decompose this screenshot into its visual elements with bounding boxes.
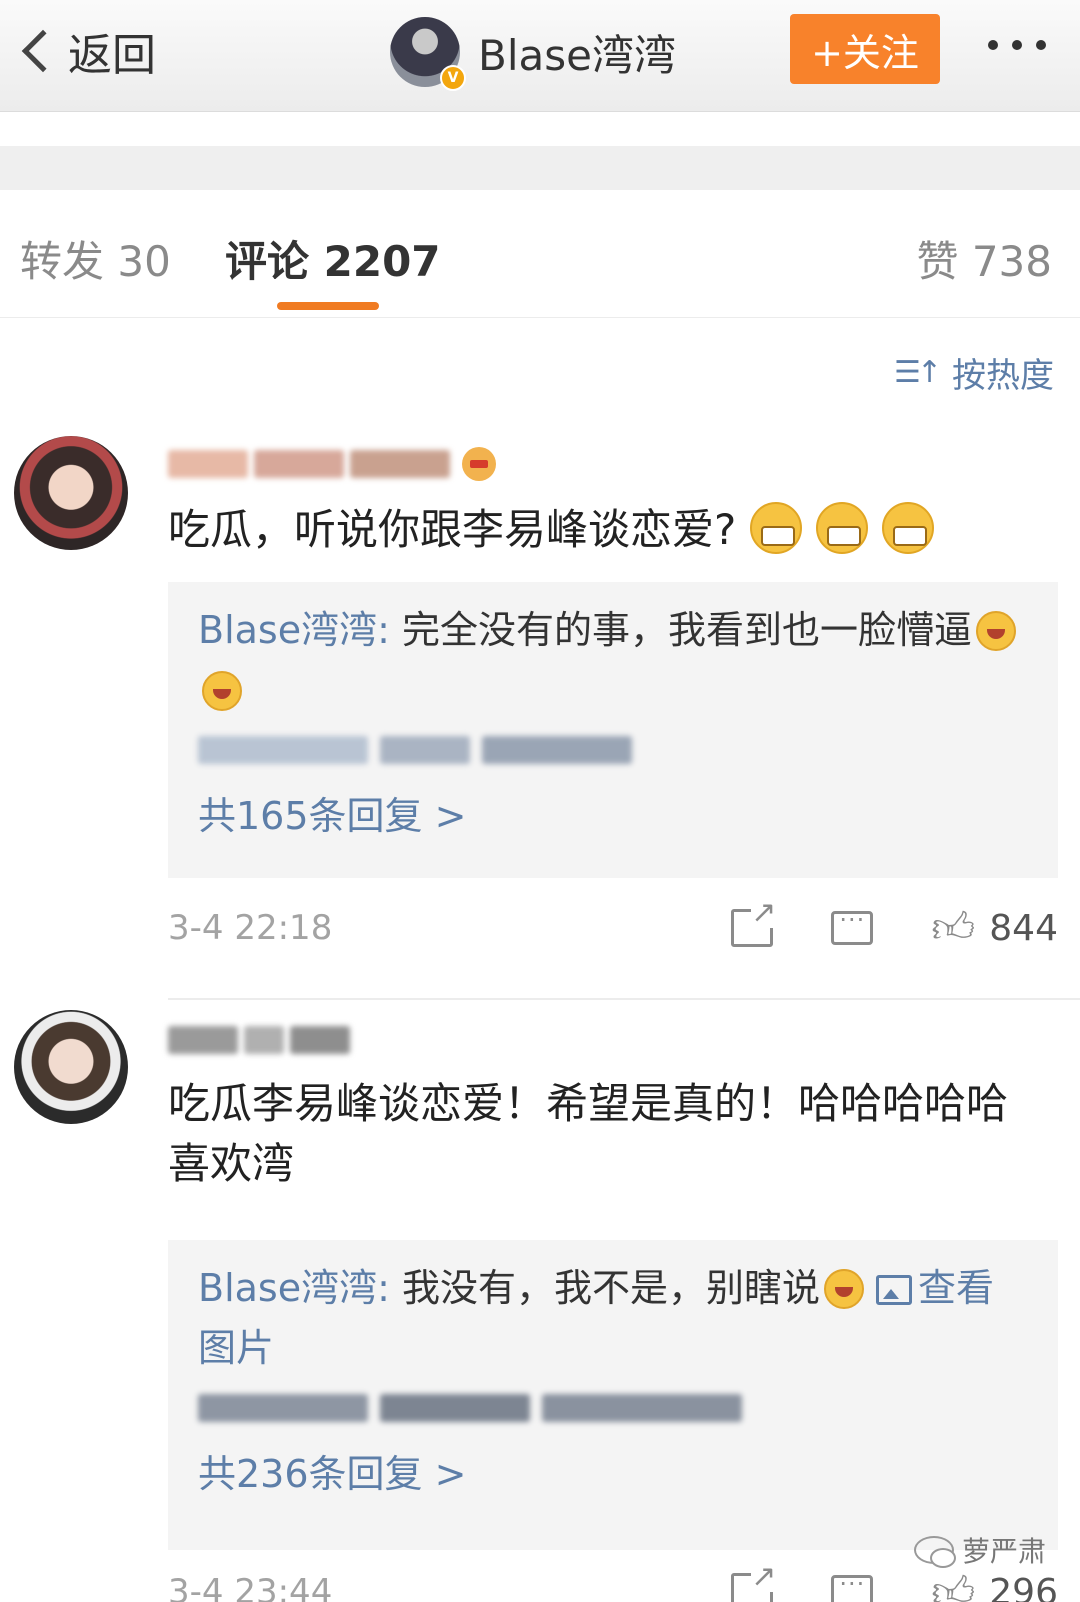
comment-item: 吃瓜李易峰谈恋爱！希望是真的！哈哈哈哈哈喜欢湾 Blase湾湾: 我没有，我不是…	[0, 1010, 1080, 1602]
image-icon[interactable]	[876, 1275, 912, 1305]
avatar[interactable]: V	[390, 17, 466, 91]
grin-icon	[816, 502, 869, 554]
avatar[interactable]	[14, 436, 128, 550]
blurred-reply-line	[198, 1378, 1028, 1438]
reply-author[interactable]: Blase湾湾	[198, 608, 377, 652]
section-separator	[0, 146, 1080, 190]
blurred-reply-line	[198, 720, 1028, 780]
like-count[interactable]: 296	[989, 1572, 1058, 1602]
reply-preview[interactable]: Blase湾湾: 我没有，我不是，别瞎说 查看图片 共236条回复 >	[168, 1240, 1058, 1550]
timestamp: 3-4 23:44	[168, 1572, 333, 1602]
reply-author[interactable]: Blase湾湾	[198, 1266, 377, 1310]
grin-icon	[882, 502, 935, 554]
sort-button[interactable]: ☰↑ 按热度	[894, 348, 1054, 397]
share-icon[interactable]	[731, 898, 777, 947]
timestamp: 3-4 22:18	[168, 908, 333, 948]
comment-icon[interactable]	[831, 1570, 874, 1602]
divider	[168, 998, 1080, 1000]
comment-item: 吃瓜，听说你跟李易峰谈恋爱? Blase湾湾: 完全没有的事，我看到也一脸懵逼 …	[0, 436, 1080, 976]
view-replies-link[interactable]: 共165条回复 >	[198, 786, 1028, 846]
tab-comments[interactable]: 评论 2207	[225, 228, 441, 289]
watermark-label: 萝严肃	[961, 1535, 1046, 1568]
comment-actions: 👍︎ 844	[731, 898, 1058, 954]
comment-author-blurred[interactable]	[168, 1018, 350, 1062]
reply-text: Blase湾湾: 完全没有的事，我看到也一脸懵逼	[198, 600, 1028, 720]
comment-actions: 👍︎ 296	[731, 1562, 1058, 1602]
thumbs-up-icon[interactable]: 👍︎	[931, 1567, 975, 1602]
comment-text: 吃瓜李易峰谈恋爱！希望是真的！哈哈哈哈哈喜欢湾	[168, 1079, 1009, 1188]
verified-badge: V	[440, 65, 466, 91]
sort-label: 按热度	[952, 356, 1054, 396]
profile-header[interactable]: V Blase湾湾	[390, 14, 676, 91]
tab-likes[interactable]: 赞 738	[916, 228, 1052, 289]
like-count[interactable]: 844	[989, 908, 1058, 949]
wechat-icon	[913, 1536, 956, 1568]
sort-icon: ☰↑	[893, 355, 942, 390]
reply-text: Blase湾湾: 我没有，我不是，别瞎说 查看图片	[198, 1266, 995, 1370]
thumbs-up-icon[interactable]: 👍︎	[931, 903, 975, 954]
member-badge-icon	[462, 447, 496, 481]
top-bar: 返回 V Blase湾湾 +关注	[0, 0, 1080, 112]
comment-meta: 3-4 22:18 👍︎ 844	[168, 898, 1058, 956]
view-replies-link[interactable]: 共236条回复 >	[198, 1444, 1028, 1504]
comment-text: 吃瓜，听说你跟李易峰谈恋爱?	[168, 500, 1040, 560]
tab-reposts[interactable]: 转发 30	[20, 228, 171, 289]
chevron-left-icon	[21, 29, 65, 73]
tab-bar: 转发 30 评论 2207 赞 738	[0, 200, 1080, 318]
share-icon[interactable]	[731, 1562, 777, 1602]
comment-author-blurred[interactable]	[168, 442, 496, 486]
reply-preview[interactable]: Blase湾湾: 完全没有的事，我看到也一脸懵逼 共165条回复 >	[168, 582, 1058, 878]
back-button[interactable]: 返回	[14, 18, 156, 84]
active-tab-indicator	[277, 302, 379, 310]
laugh-cry-icon	[976, 611, 1016, 651]
avatar[interactable]	[14, 1010, 128, 1124]
laugh-cry-icon	[824, 1269, 864, 1309]
page-title[interactable]: Blase湾湾	[478, 22, 676, 83]
comment-icon[interactable]	[831, 906, 874, 945]
more-icon[interactable]	[988, 40, 1046, 50]
laugh-cry-icon	[202, 671, 242, 711]
back-label: 返回	[68, 30, 156, 81]
follow-button[interactable]: +关注	[790, 14, 940, 84]
grin-icon	[750, 502, 803, 554]
watermark: 萝严肃	[913, 1530, 1046, 1570]
